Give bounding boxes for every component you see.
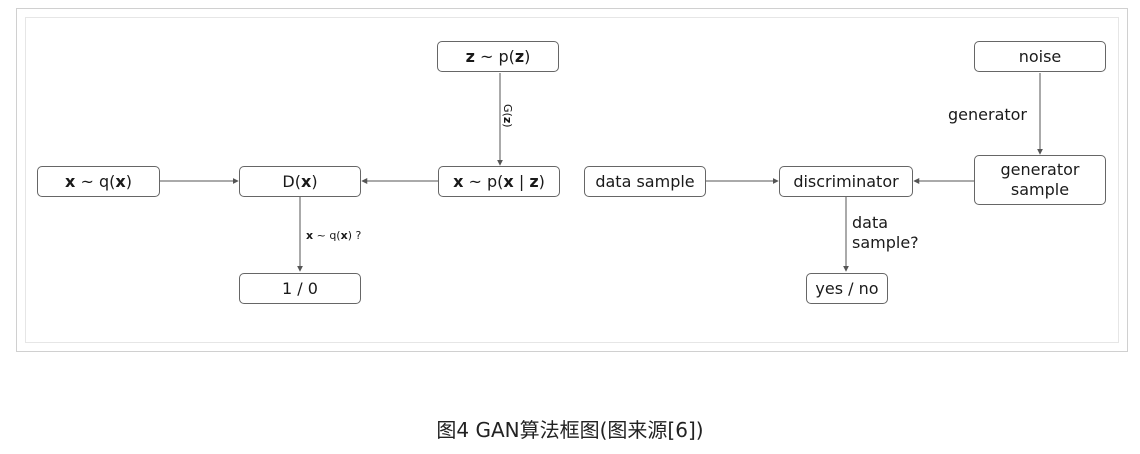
edges-layer <box>160 73 1043 272</box>
x-generated-node: x ~ p(x | z) <box>438 166 560 197</box>
d-node: D(x) <box>239 166 361 197</box>
yes-no-node: yes / no <box>806 273 888 304</box>
data-sample-question-label: data sample? <box>852 213 919 252</box>
figure-caption: 图4 GAN算法框图(图来源[6]) <box>436 418 704 442</box>
z-prior-node: z ~ p(z) <box>437 41 559 72</box>
noise-node: noise <box>974 41 1106 72</box>
data-sample-node: data sample <box>584 166 706 197</box>
x-data-node: x ~ q(x) <box>37 166 160 197</box>
q-question-edge-label: x ~ q(x) ? <box>306 229 362 242</box>
generator-sample-node: generator sample <box>974 155 1106 205</box>
binary-output-node: 1 / 0 <box>239 273 361 304</box>
gz-edge-label: G(z) <box>501 104 514 128</box>
generator-edge-label: generator <box>948 105 1028 124</box>
discriminator-node: discriminator <box>779 166 913 197</box>
